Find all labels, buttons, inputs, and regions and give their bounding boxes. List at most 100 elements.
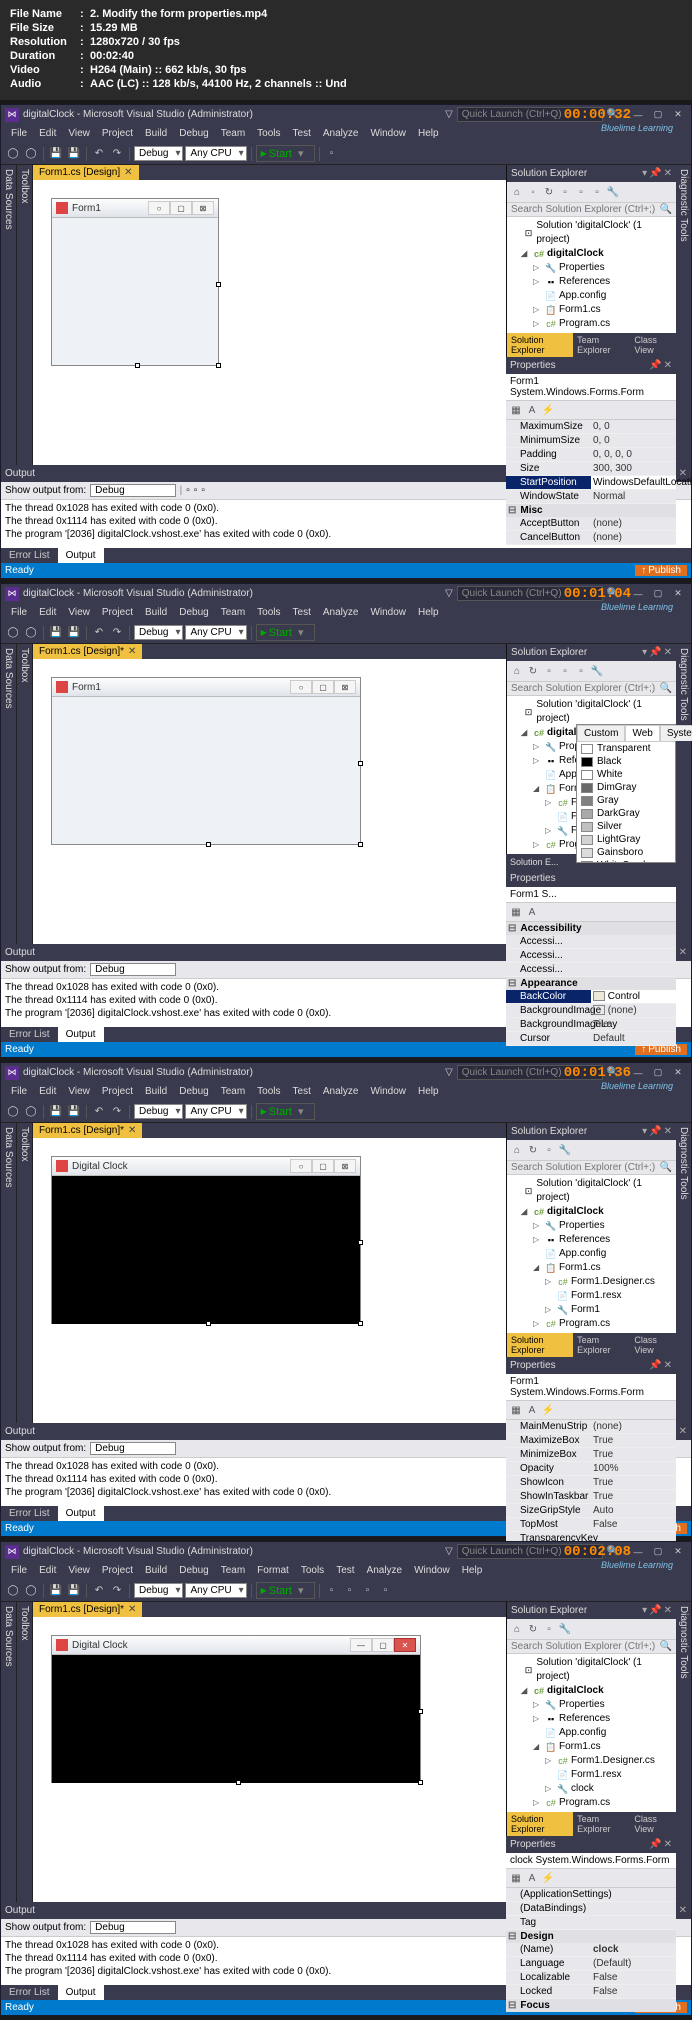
menu-view[interactable]: View [62, 1563, 96, 1578]
form-designer[interactable]: Digital Clock○▢⊠ [33, 1138, 506, 1423]
nav-back-icon[interactable]: ◯ [5, 1104, 21, 1120]
save-icon[interactable]: 💾 [48, 146, 64, 162]
prop-category[interactable]: Accessibility [506, 922, 676, 935]
solution-tree[interactable]: ⊡Solution 'digitalClock' (1 project) ◢c#… [507, 1175, 676, 1333]
search-icon[interactable]: 🔍 [660, 1641, 672, 1652]
pin-icon[interactable]: 📌 [649, 1839, 661, 1850]
dropdown-icon[interactable]: ▾ [642, 647, 647, 658]
tree-node[interactable]: clock [571, 1782, 594, 1796]
menu-window[interactable]: Window [364, 605, 412, 620]
prop-value[interactable]: 300, 300 [591, 462, 676, 475]
menu-tools[interactable]: Tools [251, 605, 286, 620]
tool-icon[interactable]: ▫ [186, 485, 190, 496]
menu-window[interactable]: Window [364, 1084, 412, 1099]
menu-test[interactable]: Test [287, 1084, 317, 1099]
sol-search-input[interactable] [511, 1162, 660, 1173]
menu-test[interactable]: Test [287, 126, 317, 141]
maximize-button[interactable]: ▢ [649, 1066, 667, 1080]
nav-fwd-icon[interactable]: ◯ [23, 1104, 39, 1120]
menu-team[interactable]: Team [215, 1563, 251, 1578]
menu-project[interactable]: Project [96, 1084, 139, 1099]
pin-icon[interactable]: 📌 [649, 168, 661, 179]
toolbox-tab[interactable]: Toolbox [17, 165, 33, 465]
props-grid[interactable]: MaximumSize0, 0 MinimumSize0, 0 Padding0… [506, 420, 676, 545]
data-sources-tab[interactable]: Data Sources [1, 1602, 17, 1902]
tab-close-icon[interactable]: ✕ [128, 1125, 136, 1136]
prop-value[interactable]: False [591, 1518, 676, 1531]
document-tab[interactable]: Form1.cs [Design]*✕ [33, 1602, 142, 1617]
tab-output[interactable]: Output [58, 548, 104, 563]
events-icon[interactable]: ⚡ [540, 1870, 556, 1886]
tree-node[interactable]: References [559, 1712, 610, 1726]
save-all-icon[interactable]: 💾 [66, 146, 82, 162]
platform-dropdown[interactable]: Any CPU [185, 625, 246, 640]
menu-help[interactable]: Help [412, 605, 445, 620]
tab-output[interactable]: Output [58, 1506, 104, 1521]
menu-tools[interactable]: Tools [251, 126, 286, 141]
prop-value[interactable]: clock [591, 1943, 676, 1956]
nav-fwd-icon[interactable]: ◯ [23, 146, 39, 162]
prop-value[interactable]: 100% [591, 1462, 676, 1475]
menu-analyze[interactable]: Analyze [317, 605, 365, 620]
data-sources-tab[interactable]: Data Sources [1, 644, 17, 944]
close-icon[interactable]: ✕ [664, 1360, 672, 1371]
menu-build[interactable]: Build [139, 1084, 173, 1099]
config-dropdown[interactable]: Debug [134, 1583, 183, 1598]
undo-icon[interactable]: ↶ [91, 1104, 107, 1120]
save-all-icon[interactable]: 💾 [66, 625, 82, 641]
data-sources-tab[interactable]: Data Sources [1, 165, 17, 465]
minimize-button[interactable]: — [629, 1066, 647, 1080]
solution-node[interactable]: Solution 'digitalClock' (1 project) [536, 1656, 674, 1684]
close-icon[interactable]: ✕ [664, 168, 672, 179]
save-all-icon[interactable]: 💾 [66, 1104, 82, 1120]
tool-icon[interactable]: ◦ [525, 184, 541, 200]
dropdown-icon[interactable]: ▾ [642, 1605, 647, 1616]
events-icon[interactable]: ⚡ [540, 402, 556, 418]
refresh-icon[interactable]: ↻ [541, 184, 557, 200]
tool-icon[interactable]: ▫ [573, 663, 589, 679]
menu-window[interactable]: Window [364, 126, 412, 141]
tool-icon[interactable]: ▫ [557, 663, 573, 679]
prop-value[interactable]: 0, 0, 0, 0 [591, 448, 676, 461]
solution-node[interactable]: Solution 'digitalClock' (1 project) [536, 1177, 674, 1205]
close-icon[interactable]: ✕ [664, 360, 672, 371]
document-tab[interactable]: Form1.cs [Design]*✕ [33, 1123, 142, 1138]
sol-search-input[interactable] [511, 204, 660, 215]
solution-node[interactable]: Solution 'digitalClock' (1 project) [536, 219, 674, 247]
prop-category[interactable]: Focus [506, 1999, 676, 2012]
alpha-icon[interactable]: A [524, 402, 540, 418]
tool-icon[interactable]: ▫ [541, 663, 557, 679]
prop-value[interactable]: Normal [591, 490, 676, 503]
wrench-icon[interactable]: 🔧 [557, 1621, 573, 1637]
prop-value[interactable]: Tile [591, 1018, 676, 1031]
tool-icon[interactable]: ▫ [541, 1621, 557, 1637]
color-option[interactable]: LightGray [577, 833, 675, 846]
close-button[interactable]: ✕ [669, 1545, 687, 1559]
color-option[interactable]: WhiteSmoke [577, 859, 675, 862]
maximize-button[interactable]: ▢ [649, 108, 667, 122]
pin-icon[interactable]: 📌 [649, 360, 661, 371]
props-object-selector[interactable]: Form1 System.Windows.Forms.Form [506, 1374, 676, 1401]
tool-icon[interactable]: ▫ [573, 184, 589, 200]
search-icon[interactable]: 🔍 [660, 204, 672, 215]
prop-value[interactable]: 0, 0 [591, 420, 676, 433]
diagnostic-tools-tab[interactable]: Diagnostic Tools [676, 165, 691, 465]
redo-icon[interactable]: ↷ [109, 1104, 125, 1120]
color-option[interactable]: Black [577, 755, 675, 768]
document-tab[interactable]: Form1.cs [Design] ✕ [33, 165, 139, 180]
tab-close-icon[interactable]: ✕ [128, 1604, 136, 1615]
color-option[interactable]: Transparent [577, 742, 675, 755]
tree-node[interactable]: Form1.cs [559, 303, 601, 317]
color-option[interactable]: DimGray [577, 781, 675, 794]
save-icon[interactable]: 💾 [48, 1583, 64, 1599]
publish-button[interactable]: ↑ Publish [635, 565, 687, 576]
tool-icon[interactable]: ▫ [557, 184, 573, 200]
undo-icon[interactable]: ↶ [91, 146, 107, 162]
prop-category[interactable]: Design [506, 1930, 676, 1943]
search-icon[interactable]: 🔍 [660, 1162, 672, 1173]
menu-file[interactable]: File [5, 605, 33, 620]
tree-node[interactable]: Program.cs [559, 1317, 610, 1331]
dropdown-icon[interactable]: ▾ [642, 1126, 647, 1137]
props-object-selector[interactable]: Form1 S... [506, 887, 676, 903]
prop-category[interactable]: Misc [506, 504, 676, 517]
